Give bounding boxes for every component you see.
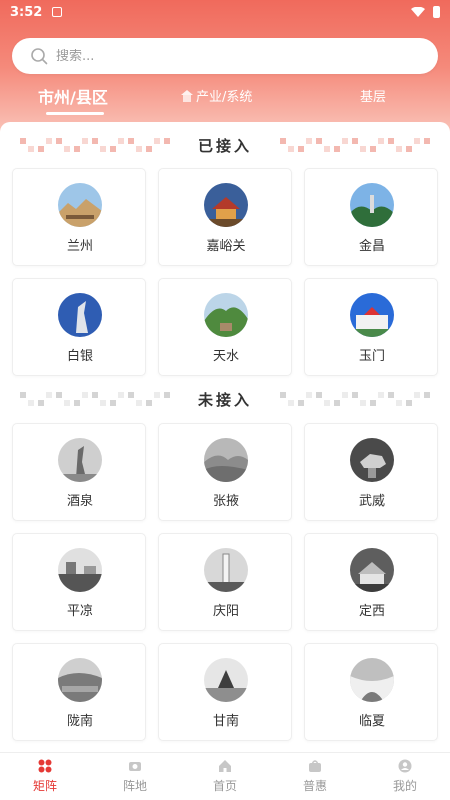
city-photo — [58, 548, 102, 592]
section-title: 未接入 — [197, 390, 252, 409]
tab-grassroots[interactable]: 基层 — [360, 86, 386, 105]
nav-benefit[interactable]: 普惠 — [270, 753, 360, 800]
active-tab-indicator — [46, 112, 104, 115]
city-photo — [350, 438, 394, 482]
city-photo — [204, 183, 248, 227]
camera-icon — [129, 762, 141, 771]
city-card-tianshui[interactable]: 天水 — [158, 278, 292, 376]
city-card-zhangye[interactable]: 张掖 — [158, 423, 292, 521]
city-photo — [204, 438, 248, 482]
city-name: 张掖 — [212, 494, 239, 509]
tab-label: 产业/系统 — [196, 90, 253, 105]
nav-label: 矩阵 — [32, 779, 57, 793]
city-card-baiyin[interactable]: 白银 — [12, 278, 146, 376]
nav-label: 首页 — [212, 779, 237, 793]
city-card-gannan[interactable]: 甘南 — [158, 643, 292, 741]
city-name: 酒泉 — [66, 494, 93, 509]
city-name: 临夏 — [358, 714, 385, 729]
city-card-dingxi[interactable]: 定西 — [304, 533, 438, 631]
city-photo — [58, 438, 102, 482]
nav-position[interactable]: 阵地 — [90, 753, 180, 800]
city-photo — [350, 183, 394, 227]
city-name: 嘉峪关 — [206, 239, 246, 254]
search-input[interactable] — [56, 48, 416, 64]
city-name: 庆阳 — [212, 604, 239, 619]
city-card-linxia[interactable]: 临夏 — [304, 643, 438, 741]
tab-city-county[interactable]: 市州/县区 — [38, 84, 108, 115]
search-bar[interactable] — [12, 38, 438, 74]
nav-matrix[interactable]: 矩阵 — [0, 753, 90, 800]
city-name: 武威 — [358, 494, 385, 509]
city-name: 甘南 — [212, 714, 239, 729]
city-card-qingyang[interactable]: 庆阳 — [158, 533, 292, 631]
main-content: 已接入 兰州 嘉峪关 金昌 白银 天水 玉门 未接入 酒泉 张掖 武威 平凉 庆… — [0, 122, 450, 752]
pagoda-icon — [181, 89, 193, 102]
decorative-dots — [280, 138, 430, 152]
nav-label: 普惠 — [302, 779, 327, 793]
nav-label: 我的 — [392, 779, 417, 793]
city-card-longnan[interactable]: 陇南 — [12, 643, 146, 741]
city-name: 天水 — [212, 349, 239, 364]
decorative-dots — [20, 392, 170, 406]
tab-label: 基层 — [360, 90, 387, 105]
section-header-connected: 已接入 — [0, 134, 450, 156]
city-photo — [58, 658, 102, 702]
bag-icon — [309, 760, 321, 772]
decorative-dots — [280, 392, 430, 406]
city-name: 白银 — [66, 349, 93, 364]
city-name: 平凉 — [66, 604, 93, 619]
city-photo — [350, 658, 394, 702]
city-name: 陇南 — [66, 714, 93, 729]
tab-industry-system[interactable]: 产业/系统 — [180, 86, 252, 105]
tab-label: 市州/县区 — [38, 88, 108, 107]
city-name: 兰州 — [66, 239, 93, 254]
nav-home[interactable]: 首页 — [180, 753, 270, 800]
city-card-jinchang[interactable]: 金昌 — [304, 168, 438, 266]
city-photo — [204, 658, 248, 702]
section-title: 已接入 — [197, 136, 252, 155]
notification-icon — [52, 7, 63, 17]
category-tabs: 市州/县区 产业/系统 基层 — [0, 80, 450, 120]
city-photo — [204, 548, 248, 592]
city-card-lanzhou[interactable]: 兰州 — [12, 168, 146, 266]
user-icon — [398, 759, 412, 773]
city-card-jiuquan[interactable]: 酒泉 — [12, 423, 146, 521]
battery-icon — [433, 6, 440, 18]
status-bar: 3:52 — [0, 0, 450, 24]
section-header-not-connected: 未接入 — [0, 388, 450, 410]
city-photo — [58, 293, 102, 337]
city-name: 金昌 — [358, 239, 385, 254]
wifi-icon — [411, 7, 425, 17]
city-card-wuwei[interactable]: 武威 — [304, 423, 438, 521]
city-card-yumen[interactable]: 玉门 — [304, 278, 438, 376]
city-card-jiayuguan[interactable]: 嘉峪关 — [158, 168, 292, 266]
decorative-dots — [20, 138, 170, 152]
city-photo — [204, 293, 248, 337]
city-name: 定西 — [358, 604, 385, 619]
city-name: 玉门 — [358, 349, 385, 364]
city-card-pingliang[interactable]: 平凉 — [12, 533, 146, 631]
city-photo — [350, 293, 394, 337]
bottom-navigation: 矩阵 阵地 首页 普惠 我的 — [0, 752, 450, 800]
city-photo — [350, 548, 394, 592]
nav-label: 阵地 — [122, 779, 147, 793]
city-photo — [58, 183, 102, 227]
grid-icon — [38, 759, 52, 773]
home-icon — [219, 760, 231, 772]
status-time: 3:52 — [10, 4, 43, 20]
search-icon — [31, 48, 48, 65]
nav-me[interactable]: 我的 — [360, 753, 450, 800]
